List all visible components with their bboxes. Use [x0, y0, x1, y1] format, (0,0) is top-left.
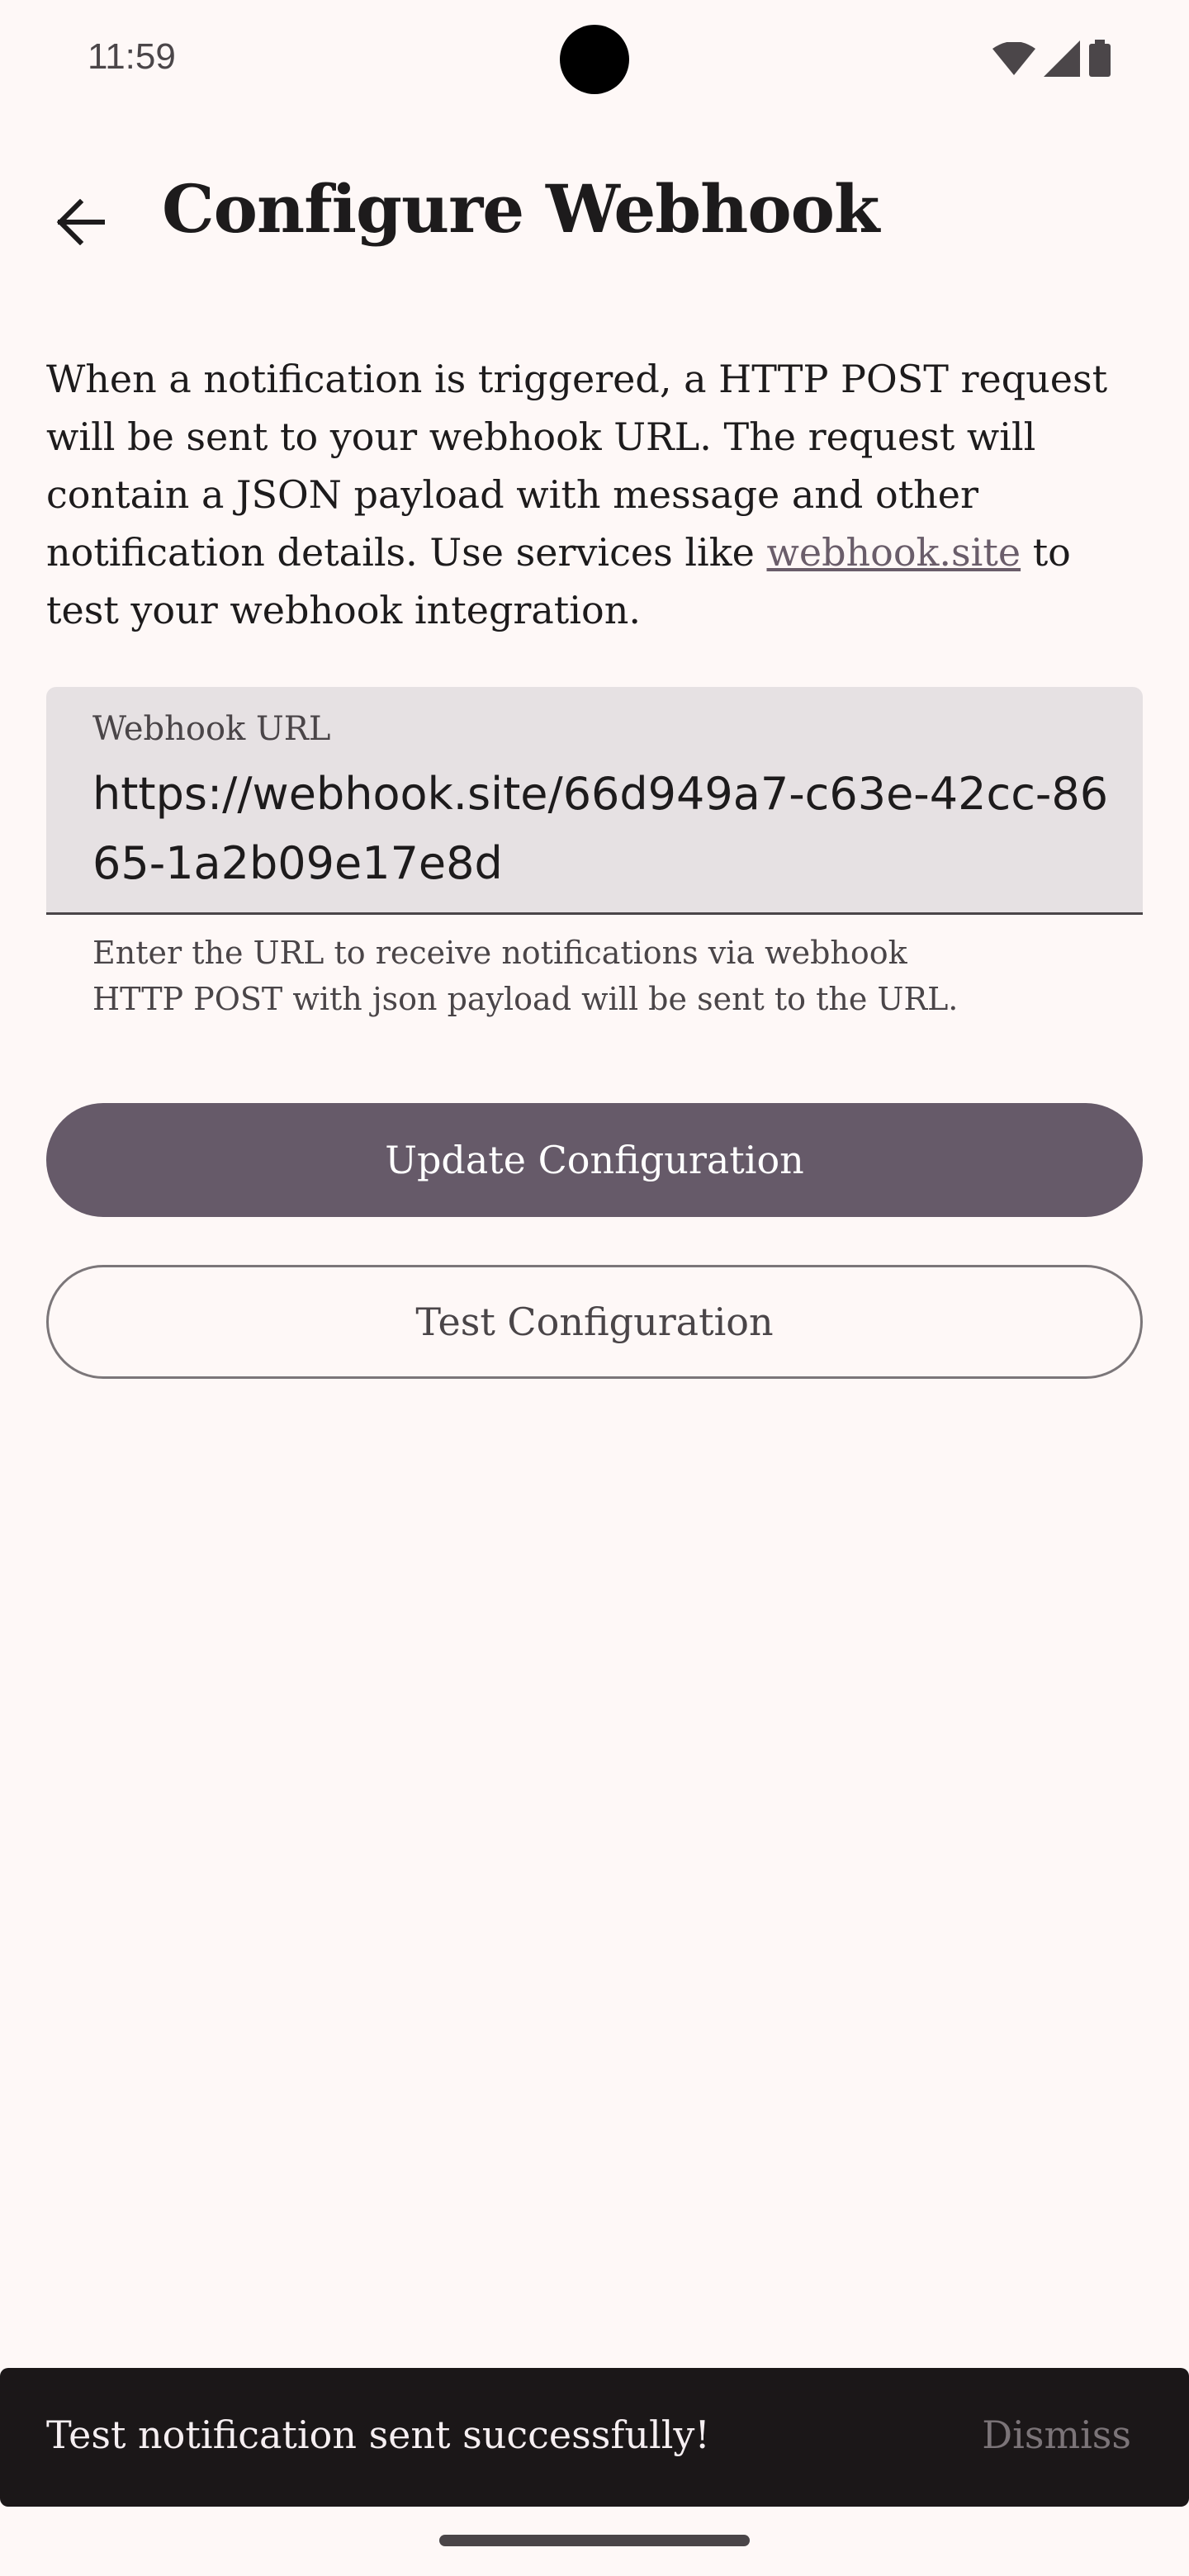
snackbar: Test notification sent successfully! Dis…	[0, 2368, 1189, 2507]
top-app-bar: Configure Webhook	[0, 149, 1189, 272]
status-bar: 11:59	[0, 0, 1189, 116]
webhook-url-field[interactable]: Webhook URL https://webhook.site/66d949a…	[46, 687, 1143, 915]
page-title: Configure Webhook	[162, 170, 879, 248]
supporting-text-line: Enter the URL to receive notifications v…	[92, 935, 907, 971]
update-configuration-button[interactable]: Update Configuration	[46, 1103, 1143, 1217]
supporting-text-line: HTTP POST with json payload will be sent…	[92, 981, 959, 1017]
status-icons	[992, 40, 1111, 78]
snackbar-dismiss-button[interactable]: Dismiss	[982, 2413, 1131, 2457]
webhook-url-label: Webhook URL	[92, 710, 331, 748]
snackbar-message: Test notification sent successfully!	[46, 2413, 710, 2457]
camera-cutout	[560, 25, 629, 94]
webhook-description: When a notification is triggered, a HTTP…	[46, 350, 1153, 639]
webhook-site-link[interactable]: webhook.site	[766, 530, 1021, 575]
status-time: 11:59	[88, 36, 176, 77]
battery-icon	[1088, 40, 1111, 78]
home-indicator[interactable]	[439, 2535, 750, 2546]
wifi-icon	[992, 42, 1035, 75]
webhook-url-supporting-text: Enter the URL to receive notifications v…	[92, 930, 1133, 1022]
webhook-url-input[interactable]: https://webhook.site/66d949a7-c63e-42cc-…	[92, 760, 1116, 898]
arrow-back-icon	[55, 198, 106, 249]
cellular-signal-icon	[1044, 40, 1080, 77]
test-configuration-button[interactable]: Test Configuration	[46, 1265, 1143, 1379]
back-button[interactable]	[35, 178, 126, 269]
